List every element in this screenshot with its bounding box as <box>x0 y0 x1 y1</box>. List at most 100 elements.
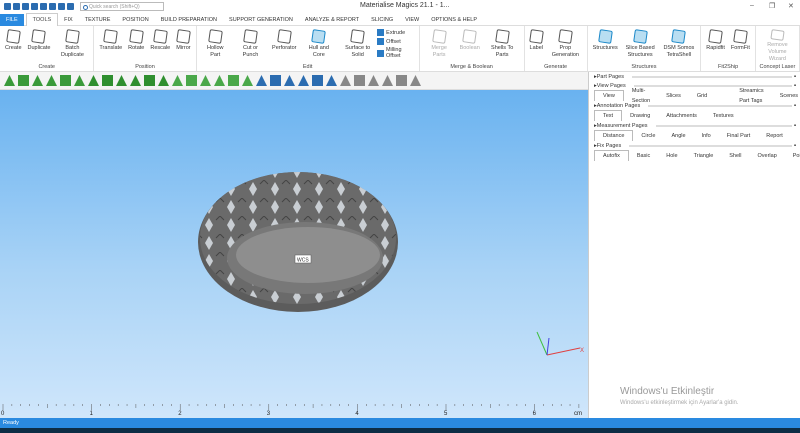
panel-tab-angle[interactable]: Angle <box>663 131 693 141</box>
close-icon[interactable]: ▪ <box>794 143 796 149</box>
boolean-button[interactable]: Boolean <box>457 28 483 63</box>
mirror-button[interactable]: Mirror <box>173 28 193 63</box>
tab-analyze-report[interactable]: ANALYZE & REPORT <box>299 14 365 26</box>
remove-volume-wizard-button[interactable]: Remove Volume Wizard <box>758 28 797 63</box>
toolbar-tool-icon[interactable] <box>32 75 43 86</box>
toolbar-tool-icon[interactable] <box>228 75 239 86</box>
hollow-part-button[interactable]: Hollow Part <box>199 28 232 63</box>
shells-to-parts-button[interactable]: Shells To Parts <box>483 28 522 63</box>
create-button[interactable]: Create <box>2 28 25 63</box>
toolbar-tool-icon[interactable] <box>46 75 57 86</box>
toolbar-tool-icon[interactable] <box>18 75 29 86</box>
fix-pages-section[interactable]: ▸ Fix Pages ▪ <box>589 141 800 150</box>
panel-tab-scenes[interactable]: Scenes <box>772 91 800 101</box>
close-button[interactable]: ✕ <box>788 2 794 10</box>
close-icon[interactable]: ▪ <box>794 83 796 89</box>
tab-texture[interactable]: TEXTURE <box>79 14 117 26</box>
part-pages-section[interactable]: ▸ Part Pages ▪ <box>589 72 800 81</box>
tab-options-help[interactable]: OPTIONS & HELP <box>425 14 483 26</box>
panel-tab-basic[interactable]: Basic <box>629 151 658 161</box>
cut-or-punch-button[interactable]: Cut or Punch <box>232 28 269 63</box>
toolbar-tool-icon[interactable] <box>256 75 267 86</box>
panel-tab-shell[interactable]: Shell <box>721 151 749 161</box>
toolbar-tool-icon[interactable] <box>382 75 393 86</box>
tab-file[interactable]: FILE <box>0 13 24 26</box>
toolbar-tool-icon[interactable] <box>326 75 337 86</box>
prop-generation-button[interactable]: Prop Generation <box>546 28 585 63</box>
ring-model[interactable]: WCS X <box>0 90 588 404</box>
toolbar-tool-icon[interactable] <box>354 75 365 86</box>
toolbar-tool-icon[interactable] <box>130 75 141 86</box>
toolbar-tool-icon[interactable] <box>144 75 155 86</box>
slice-based-structures-button[interactable]: Slice Based Structures <box>621 28 660 63</box>
quick-access-toolbar[interactable] <box>4 3 74 10</box>
panel-tab-triangle[interactable]: Triangle <box>686 151 722 161</box>
toolbar-tool-icon[interactable] <box>396 75 407 86</box>
panel-tab-circle[interactable]: Circle <box>633 131 663 141</box>
toolbar-tool-icon[interactable] <box>4 75 15 86</box>
panel-tab-overlap[interactable]: Overlap <box>750 151 785 161</box>
panel-tab-report[interactable]: Report <box>758 131 791 141</box>
toolbar-tool-icon[interactable] <box>340 75 351 86</box>
minimize-button[interactable]: – <box>750 2 754 9</box>
toolbar-tool-icon[interactable] <box>242 75 253 86</box>
dsm-somos-tetrashell-button[interactable]: DSM Somos TetraShell <box>660 28 699 63</box>
hull-and-core-button[interactable]: Hull and Core <box>300 28 339 63</box>
panel-tab-info[interactable]: Info <box>694 131 719 141</box>
extrude-button[interactable]: Extrude <box>377 29 416 36</box>
panel-tab-point[interactable]: Point <box>785 151 800 161</box>
tab-fix[interactable]: FIX <box>58 14 79 26</box>
perforator-button[interactable]: Perforator <box>269 28 299 63</box>
panel-tab-hole[interactable]: Hole <box>658 151 685 161</box>
rapidfit-button[interactable]: Rapidfit <box>703 28 728 63</box>
duplicate-button[interactable]: Duplicate <box>25 28 54 63</box>
toolbar-tool-icon[interactable] <box>172 75 183 86</box>
rotate-button[interactable]: Rotate <box>125 28 147 63</box>
tab-tools[interactable]: TOOLS <box>25 13 59 26</box>
toolbar-tool-icon[interactable] <box>284 75 295 86</box>
close-icon[interactable]: ▪ <box>794 123 796 129</box>
panel-tab-textures[interactable]: Textures <box>705 111 742 121</box>
panel-tab-grid[interactable]: Grid <box>689 91 715 101</box>
label-button[interactable]: Label <box>527 28 546 63</box>
toolbar-tool-icon[interactable] <box>116 75 127 86</box>
toolbar-tool-icon[interactable] <box>312 75 323 86</box>
merge-parts-button[interactable]: Merge Parts <box>422 28 457 63</box>
panel-tab-attachments[interactable]: Attachments <box>658 111 705 121</box>
structures-button[interactable]: Structures <box>590 28 621 63</box>
close-icon[interactable]: ▪ <box>794 103 796 109</box>
3d-viewport[interactable]: WCS X 0 1 2 3 4 5 6 cm <box>0 90 588 418</box>
toolbar-tool-icon[interactable] <box>200 75 211 86</box>
quick-search-input[interactable]: Quick search (Shift+Q) <box>80 2 164 11</box>
panel-tab-view[interactable]: View <box>594 90 624 101</box>
tab-build-preparation[interactable]: BUILD PREPARATION <box>155 14 223 26</box>
toolbar-tool-icon[interactable] <box>214 75 225 86</box>
toolbar-tool-icon[interactable] <box>88 75 99 86</box>
toolbar-tool-icon[interactable] <box>270 75 281 86</box>
tab-view[interactable]: VIEW <box>399 14 425 26</box>
toolbar-tool-icon[interactable] <box>186 75 197 86</box>
toolbar-tool-icon[interactable] <box>158 75 169 86</box>
measurement-pages-section[interactable]: ▸ Measurement Pages ▪ <box>589 121 800 130</box>
toolbar-tool-icon[interactable] <box>410 75 421 86</box>
toolbar-tool-icon[interactable] <box>102 75 113 86</box>
restore-button[interactable]: ❐ <box>769 2 775 10</box>
view-pages-section[interactable]: ▸ View Pages ▪ <box>589 81 800 90</box>
offset-button[interactable]: Offset <box>377 38 416 45</box>
close-icon[interactable]: ▪ <box>794 74 796 80</box>
toolbar-tool-icon[interactable] <box>368 75 379 86</box>
panel-tab-drawing[interactable]: Drawing <box>622 111 658 121</box>
panel-tab-slices[interactable]: Slices <box>658 91 689 101</box>
toolbar-tool-icon[interactable] <box>60 75 71 86</box>
surface-to-solid-button[interactable]: Surface to Solid <box>338 28 377 63</box>
milling-offset-button[interactable]: Milling Offset <box>377 47 416 59</box>
toolbar-tool-icon[interactable] <box>298 75 309 86</box>
panel-tab-final-part[interactable]: Final Part <box>719 131 759 141</box>
rescale-button[interactable]: Rescale <box>147 28 173 63</box>
toolbar-tool-icon[interactable] <box>74 75 85 86</box>
formfit-button[interactable]: FormFit <box>728 28 753 63</box>
tab-position[interactable]: POSITION <box>116 14 154 26</box>
panel-tab-distance[interactable]: Distance <box>594 130 634 141</box>
annotation-pages-section[interactable]: ▸ Annotation Pages ▪ <box>589 101 800 110</box>
panel-tab-autofix[interactable]: Autofix <box>594 150 629 161</box>
